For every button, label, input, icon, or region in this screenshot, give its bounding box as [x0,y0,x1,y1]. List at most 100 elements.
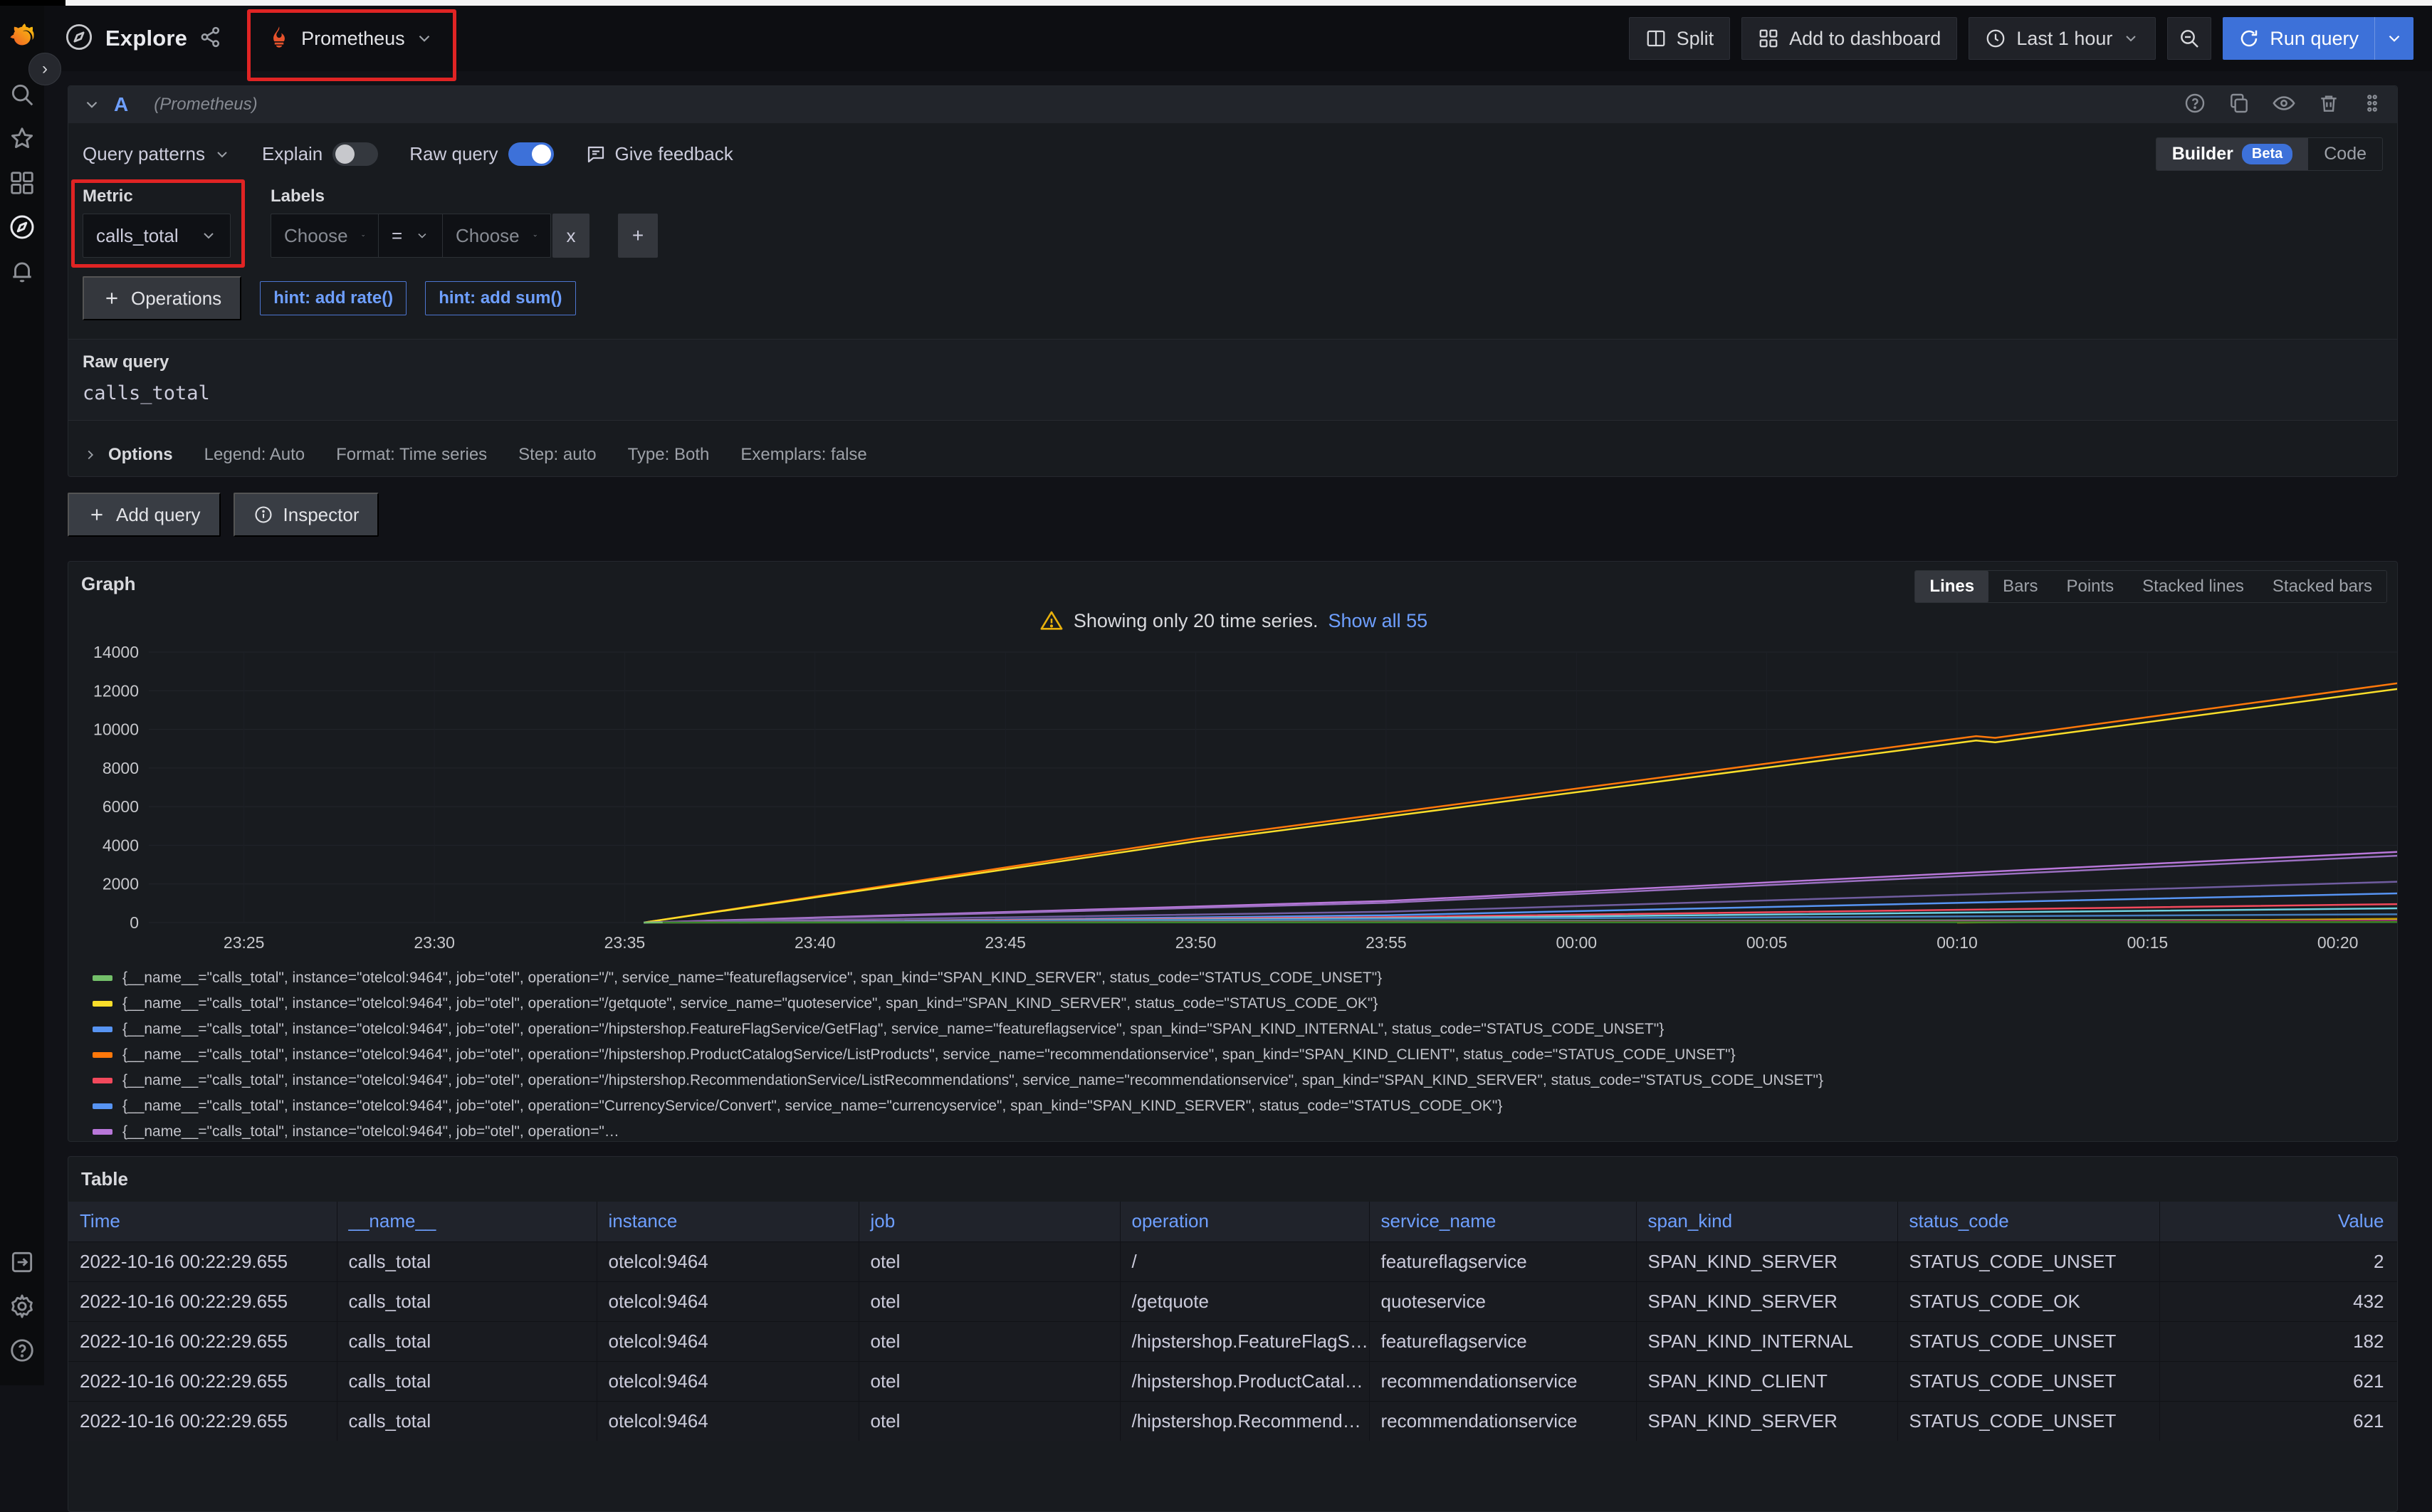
comment-icon [585,144,607,165]
table-cell: featureflagservice [1369,1321,1636,1361]
add-query-button[interactable]: Add query [68,493,221,537]
table-cell: 182 [2159,1321,2397,1361]
collapse-chevron-icon[interactable] [83,95,101,114]
table-cell: otelcol:9464 [597,1321,859,1361]
column-header-job[interactable]: job [859,1202,1120,1241]
graph-mode-lines[interactable]: Lines [1915,571,1988,602]
column-header-service-name[interactable]: service_name [1369,1202,1636,1241]
legend-item[interactable]: {__name__="calls_total", instance="otelc… [93,965,2386,991]
label-name-select[interactable]: Choose [271,214,379,258]
column-header-instance[interactable]: instance [597,1202,859,1241]
options-collapse[interactable]: Options [83,445,173,465]
table-cell: otel [859,1321,1120,1361]
settings-gear-icon[interactable] [8,1292,36,1321]
table-row[interactable]: 2022-10-16 00:22:29.655calls_totalotelco… [68,1321,2397,1361]
query-row-header[interactable]: A (Prometheus) [68,86,2397,123]
remove-query-trash-icon[interactable] [2317,92,2340,118]
metric-select[interactable]: calls_total [83,214,231,258]
legend-item[interactable]: {__name__="calls_total", instance="otelc… [93,1068,2386,1093]
table-cell: SPAN_KIND_INTERNAL [1636,1321,1897,1361]
grafana-logo-icon[interactable] [6,17,38,48]
query-help-icon[interactable] [2184,92,2206,118]
sidebar-expand-button[interactable]: › [28,53,61,85]
share-icon[interactable] [199,25,223,53]
remove-label-filter-button[interactable]: x [552,214,589,258]
table-row[interactable]: 2022-10-16 00:22:29.655calls_totalotelco… [68,1361,2397,1401]
column-header-operation[interactable]: operation [1120,1202,1369,1241]
table-cell: SPAN_KIND_SERVER [1636,1241,1897,1281]
hint-add-rate-button[interactable]: hint: add rate() [260,281,407,315]
run-query-dropdown[interactable] [2374,17,2413,60]
query-patterns-dropdown[interactable]: Query patterns [83,143,231,165]
query-option-meta: Step: auto [518,445,596,465]
show-all-series-link[interactable]: Show all 55 [1328,610,1428,632]
column-header--name-[interactable]: __name__ [337,1202,597,1241]
legend-item[interactable]: {__name__="calls_total", instance="otelc… [93,1093,2386,1119]
builder-mode-tab[interactable]: Builder Beta [2156,138,2308,170]
legend-swatch-icon [93,1001,112,1007]
table-row[interactable]: 2022-10-16 00:22:29.655calls_totalotelco… [68,1401,2397,1441]
column-header-status-code[interactable]: status_code [1897,1202,2159,1241]
table-cell: otel [859,1281,1120,1321]
label-value-select[interactable]: Choose [443,214,551,258]
column-header-value[interactable]: Value [2159,1202,2397,1241]
explore-icon[interactable] [8,213,36,241]
chevron-down-icon [214,146,231,163]
split-button[interactable]: Split [1629,17,1731,60]
code-mode-tab[interactable]: Code [2308,138,2382,170]
nav-sidebar [0,6,44,1385]
table-cell: quoteservice [1369,1281,1636,1321]
explain-toggle[interactable] [332,142,378,166]
add-to-dashboard-button[interactable]: Add to dashboard [1741,17,1957,60]
raw-query-toggle[interactable] [508,142,554,166]
search-icon[interactable] [8,80,36,109]
table-row[interactable]: 2022-10-16 00:22:29.655calls_totalotelco… [68,1241,2397,1281]
alerting-icon[interactable] [8,257,36,285]
column-header-span-kind[interactable]: span_kind [1636,1202,1897,1241]
results-table: Time__name__instancejoboperationservice_… [68,1202,2398,1441]
time-range-picker[interactable]: Last 1 hour [1969,17,2156,60]
table-cell: otelcol:9464 [597,1361,859,1401]
graph-mode-bars[interactable]: Bars [1988,571,2052,602]
dashboards-icon[interactable] [8,169,36,197]
duplicate-query-icon[interactable] [2228,92,2250,118]
inspector-button[interactable]: Inspector [234,493,379,537]
table-cell: otelcol:9464 [597,1281,859,1321]
raw-query-preview: Raw query calls_total [68,339,2397,421]
svg-text:23:30: 23:30 [414,933,455,952]
zoom-out-button[interactable] [2167,17,2211,60]
help-icon[interactable] [8,1336,36,1365]
svg-text:00:10: 00:10 [1936,933,1978,952]
legend-item[interactable]: {__name__="calls_total", instance="otelc… [93,1017,2386,1042]
chevron-down-icon [2122,30,2139,47]
operations-button[interactable]: Operations [83,276,241,320]
graph-canvas[interactable]: 0200040006000800010000120001400023:2523:… [81,638,2386,958]
graph-mode-stacked-lines[interactable]: Stacked lines [2128,571,2258,602]
legend-item[interactable]: {__name__="calls_total", instance="otelc… [93,1042,2386,1068]
starred-icon[interactable] [8,125,36,153]
table-cell: SPAN_KIND_SERVER [1636,1401,1897,1441]
graph-mode-stacked-bars[interactable]: Stacked bars [2258,571,2386,602]
label-operator-select[interactable]: = [379,214,443,258]
svg-text:12000: 12000 [93,681,139,700]
chevron-down-icon [200,227,217,244]
hide-response-eye-icon[interactable] [2272,91,2296,119]
graph-mode-points[interactable]: Points [2052,571,2128,602]
table-cell: otel [859,1401,1120,1441]
table-cell: 2022-10-16 00:22:29.655 [68,1321,337,1361]
table-cell: 2 [2159,1241,2397,1281]
datasource-picker[interactable]: Prometheus [254,18,446,60]
column-header-time[interactable]: Time [68,1202,337,1241]
table-cell: STATUS_CODE_UNSET [1897,1321,2159,1361]
table-row[interactable]: 2022-10-16 00:22:29.655calls_totalotelco… [68,1281,2397,1321]
svg-text:00:20: 00:20 [2317,933,2359,952]
hint-add-sum-button[interactable]: hint: add sum() [425,281,575,315]
add-label-filter-button[interactable]: + [618,214,658,258]
give-feedback-link[interactable]: Give feedback [585,143,733,165]
run-query-button[interactable]: Run query [2223,17,2413,60]
legend-item[interactable]: {__name__="calls_total", instance="otelc… [93,991,2386,1017]
sign-in-icon[interactable] [8,1248,36,1276]
table-cell: calls_total [337,1401,597,1441]
legend-item[interactable]: {__name__="calls_total", instance="otelc… [93,1119,2386,1142]
drag-handle-icon[interactable] [2362,93,2383,117]
